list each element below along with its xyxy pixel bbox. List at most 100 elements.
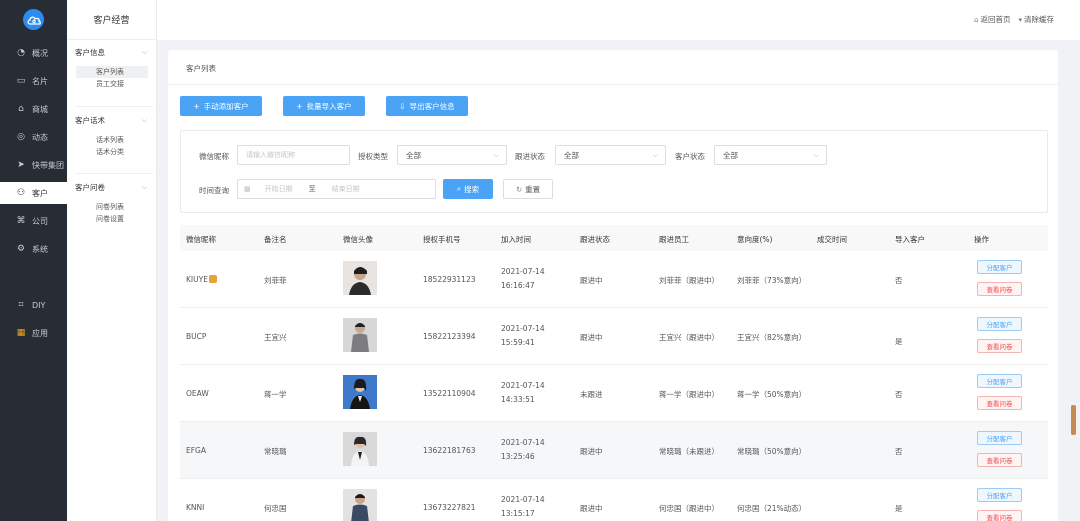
plus-icon: + xyxy=(193,101,200,111)
col-avatar: 微信头像 xyxy=(343,235,373,244)
sidebar-item-questionnaire-settings[interactable]: 问卷设置 xyxy=(76,213,148,225)
assign-customer-button[interactable]: 分配客户 xyxy=(977,488,1022,502)
cell-join-time: 15:59:41 xyxy=(501,338,535,347)
top-bar: ⌂ 返回首页 ▾ 清除缓存 xyxy=(157,0,1080,40)
cell-phone: 15822123394 xyxy=(423,332,476,341)
view-questionnaire-button[interactable]: 查看问卷 xyxy=(977,396,1022,410)
col-join-time: 加入时间 xyxy=(501,235,531,244)
group-toggle[interactable]: 客户信息 ⌵ xyxy=(67,45,157,59)
download-icon: ⇩ xyxy=(399,101,406,111)
customer-select[interactable]: 全部 ⌵ xyxy=(714,145,827,165)
sidebar-item-script-category[interactable]: 话术分类 xyxy=(76,146,148,158)
top-links: ⌂ 返回首页 ▾ 清除缓存 xyxy=(974,14,1054,25)
shop-icon: ⌂ xyxy=(18,104,24,114)
cell-follow-status: 跟进中 xyxy=(580,333,603,342)
chevron-down-icon: ⌵ xyxy=(141,182,147,191)
clear-cache-link[interactable]: ▾ 清除缓存 xyxy=(1018,14,1054,25)
cell-join-time: 16:16:47 xyxy=(501,281,535,290)
company-icon: ⌘ xyxy=(16,216,26,226)
home-link[interactable]: ⌂ 返回首页 xyxy=(974,14,1010,25)
reset-button[interactable]: ↻ 重置 xyxy=(503,179,553,199)
rail-item-dynamics[interactable]: ◎ 动态 xyxy=(0,126,67,148)
col-imported: 导入客户 xyxy=(895,235,925,244)
group-toggle[interactable]: 客户话术 ⌵ xyxy=(67,113,157,127)
view-questionnaire-button[interactable]: 查看问卷 xyxy=(977,453,1022,467)
chevron-down-icon: ⌵ xyxy=(813,150,819,159)
scrollbar-thumb[interactable] xyxy=(1071,405,1076,435)
sidebar-item-script-list[interactable]: 话术列表 xyxy=(76,134,148,146)
trash-icon: ▾ xyxy=(1018,16,1022,24)
auth-select[interactable]: 全部 ⌵ xyxy=(397,145,507,165)
assign-customer-button[interactable]: 分配客户 xyxy=(977,374,1022,388)
cell-imported: 否 xyxy=(895,276,903,285)
sidebar-title: 客户经营 xyxy=(67,0,156,40)
table-row: KIUYE 刘菲菲 18522931123 2021-07-14 16:16:4… xyxy=(180,251,1048,308)
cell-nickname: KIUYE xyxy=(186,275,217,284)
cell-remark: 蒋一学 xyxy=(264,390,287,399)
col-deal-time: 成交时间 xyxy=(817,235,847,244)
chevron-down-icon: ⌵ xyxy=(141,47,147,56)
compass-icon: ◎ xyxy=(17,132,25,142)
cell-follow-status: 跟进中 xyxy=(580,504,603,513)
date-range-input[interactable]: ▦ 开始日期 至 结束日期 xyxy=(237,179,436,199)
follow-select[interactable]: 全部 ⌵ xyxy=(555,145,666,165)
cell-follow-status: 未跟进 xyxy=(580,390,603,399)
rail-item-group[interactable]: ➤ 快带集团 xyxy=(0,154,67,176)
cell-follow-staff: 王宜兴（跟进中） xyxy=(659,333,719,342)
sidebar-item-questionnaire-list[interactable]: 问卷列表 xyxy=(76,201,148,213)
import-customers-button[interactable]: + 批量导入客户 xyxy=(283,96,365,116)
rail-item-overview[interactable]: ◔ 概况 xyxy=(0,42,67,64)
chevron-down-icon: ⌵ xyxy=(493,150,499,159)
rail-item-company[interactable]: ⌘ 公司 xyxy=(0,210,67,232)
sidebar-item-customer-list[interactable]: 客户列表 xyxy=(76,66,148,78)
rail-item-diy[interactable]: ⌗ DIY xyxy=(0,294,67,316)
cell-join-date: 2021-07-14 xyxy=(501,267,545,276)
search-button[interactable]: ⌕ 搜索 xyxy=(443,179,493,199)
col-remark: 备注名 xyxy=(264,235,287,244)
cell-join-date: 2021-07-14 xyxy=(501,381,545,390)
to-label: 至 xyxy=(308,185,316,193)
card-icon: ▭ xyxy=(16,76,26,86)
auth-label: 授权类型 xyxy=(358,152,388,161)
assign-customer-button[interactable]: 分配客户 xyxy=(977,431,1022,445)
col-intent: 意向度(%) xyxy=(737,235,773,244)
cell-intent: 蒋一学（50%意向） xyxy=(737,390,807,399)
table-row: BUCP 王宜兴 15822123394 2021-07-14 15:59:41… xyxy=(180,308,1048,365)
cell-remark: 何忠国 xyxy=(264,504,287,513)
cell-imported: 否 xyxy=(895,447,903,456)
assign-customer-button[interactable]: 分配客户 xyxy=(977,260,1022,274)
sidebar-group-customer-info: 客户信息 ⌵ 客户列表 员工交接 xyxy=(67,45,157,90)
rocket-icon: ➤ xyxy=(17,160,25,170)
rail-item-customer[interactable]: ⚇ 客户 xyxy=(0,182,67,204)
divider xyxy=(75,173,153,174)
cell-intent: 刘菲菲（73%意向） xyxy=(737,276,807,285)
gear-icon: ⚙ xyxy=(16,244,26,254)
avatar xyxy=(343,318,377,352)
rail-item-shop[interactable]: ⌂ 商城 xyxy=(0,98,67,120)
cell-nickname: KNNI xyxy=(186,503,205,512)
view-questionnaire-button[interactable]: 查看问卷 xyxy=(977,282,1022,296)
pie-chart-icon: ◔ xyxy=(17,48,25,58)
app-logo[interactable] xyxy=(23,9,44,30)
avatar xyxy=(343,375,377,409)
cell-follow-staff: 刘菲菲（跟进中） xyxy=(659,276,719,285)
view-questionnaire-button[interactable]: 查看问卷 xyxy=(977,339,1022,353)
rail-item-system[interactable]: ⚙ 系统 xyxy=(0,238,67,260)
rail-item-card[interactable]: ▭ 名片 xyxy=(0,70,67,92)
filter-panel: 微信昵称 请输入微信昵称 授权类型 全部 ⌵ 跟进状态 全部 ⌵ 客户状态 全部 ⌵ … xyxy=(180,130,1048,213)
cell-follow-staff: 何忠国（跟进中） xyxy=(659,504,719,513)
group-toggle[interactable]: 客户问卷 ⌵ xyxy=(67,180,157,194)
col-phone: 授权手机号 xyxy=(423,235,461,244)
wechat-input[interactable]: 请输入微信昵称 xyxy=(237,145,350,165)
table-header: 微信昵称 备注名 微信头像 授权手机号 加入时间 跟进状态 跟进员工 意向度(%… xyxy=(180,225,1048,251)
cell-nickname: OEAW xyxy=(186,389,209,398)
table-row: OEAW 蒋一学 13522110904 2021-07-14 14:33:51… xyxy=(180,365,1048,422)
sidebar-group-questionnaire: 客户问卷 ⌵ 问卷列表 问卷设置 xyxy=(67,180,157,225)
view-questionnaire-button[interactable]: 查看问卷 xyxy=(977,510,1022,521)
page-title: 客户列表 xyxy=(186,64,216,73)
assign-customer-button[interactable]: 分配客户 xyxy=(977,317,1022,331)
rail-item-apps[interactable]: ▦ 应用 xyxy=(0,322,67,344)
export-customers-button[interactable]: ⇩ 导出客户信息 xyxy=(386,96,468,116)
sidebar-item-staff-handover[interactable]: 员工交接 xyxy=(76,78,148,90)
add-customer-button[interactable]: + 手动添加客户 xyxy=(180,96,262,116)
